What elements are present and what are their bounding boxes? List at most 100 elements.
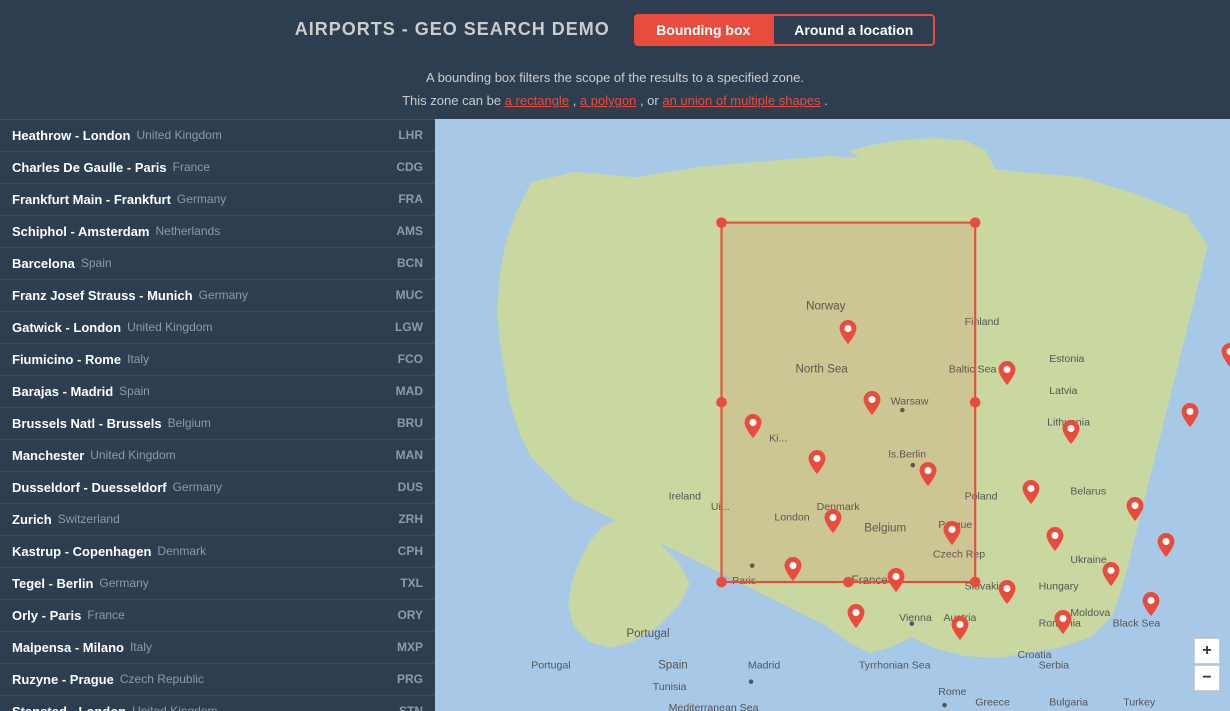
- airport-code: TXL: [383, 576, 423, 590]
- connector: , or: [640, 93, 659, 108]
- map-pin[interactable]: [998, 361, 1016, 385]
- airport-row[interactable]: Malpensa - Milano Italy MXP: [0, 632, 435, 664]
- map-pin[interactable]: [808, 450, 826, 474]
- link-rectangle[interactable]: a rectangle: [505, 93, 569, 108]
- airport-code: AMS: [383, 224, 423, 238]
- airport-name: Zurich: [12, 512, 52, 527]
- airport-row[interactable]: Dusseldorf - Duesseldorf Germany DUS: [0, 472, 435, 504]
- map-pin[interactable]: [839, 320, 857, 344]
- airport-row[interactable]: Heathrow - London United Kingdom LHR: [0, 120, 435, 152]
- airport-row[interactable]: Barajas - Madrid Spain MAD: [0, 376, 435, 408]
- airport-country: Spain: [119, 384, 383, 398]
- airport-country: United Kingdom: [127, 320, 383, 334]
- airport-country: United Kingdom: [132, 704, 383, 711]
- map-pin[interactable]: [1126, 497, 1144, 521]
- airport-code: BRU: [383, 416, 423, 430]
- svg-text:Tyrrhonian Sea: Tyrrhonian Sea: [859, 659, 931, 671]
- svg-text:Bulgaria: Bulgaria: [1049, 696, 1088, 708]
- airport-country: Italy: [127, 352, 383, 366]
- airport-country: United Kingdom: [90, 448, 383, 462]
- airport-row[interactable]: Frankfurt Main - Frankfurt Germany FRA: [0, 184, 435, 216]
- map-pin[interactable]: [847, 604, 865, 628]
- airport-row[interactable]: Zurich Switzerland ZRH: [0, 504, 435, 536]
- airport-row[interactable]: Stansted - London United Kingdom STN: [0, 696, 435, 711]
- link-union[interactable]: an union of multiple shapes: [662, 93, 820, 108]
- svg-text:Black Sea: Black Sea: [1113, 617, 1161, 629]
- map-pin[interactable]: [1062, 420, 1080, 444]
- svg-text:●: ●: [941, 699, 947, 711]
- map-pin[interactable]: [744, 414, 762, 438]
- tab-group: Bounding box Around a location: [634, 14, 935, 46]
- subtitle-line1: A bounding box filters the scope of the …: [0, 66, 1230, 89]
- airport-row[interactable]: Orly - Paris France ORY: [0, 600, 435, 632]
- tab-around-location[interactable]: Around a location: [772, 14, 935, 46]
- airport-row[interactable]: Brussels Natl - Brussels Belgium BRU: [0, 408, 435, 440]
- airport-code: MUC: [383, 288, 423, 302]
- airport-code: MAN: [383, 448, 423, 462]
- airport-list[interactable]: Heathrow - London United Kingdom LHR Cha…: [0, 119, 435, 711]
- airport-name: Fiumicino - Rome: [12, 352, 121, 367]
- airport-name: Stansted - London: [12, 704, 126, 711]
- airport-row[interactable]: Charles De Gaulle - Paris France CDG: [0, 152, 435, 184]
- airport-code: MXP: [383, 640, 423, 654]
- suffix: .: [824, 93, 828, 108]
- map-controls: + −: [1194, 638, 1220, 691]
- map-pin[interactable]: [1157, 533, 1175, 557]
- map-pin[interactable]: [1142, 592, 1160, 616]
- airport-row[interactable]: Manchester United Kingdom MAN: [0, 440, 435, 472]
- zoom-out-button[interactable]: −: [1194, 665, 1220, 691]
- airport-name: Franz Josef Strauss - Munich: [12, 288, 193, 303]
- airport-name: Barajas - Madrid: [12, 384, 113, 399]
- airport-row[interactable]: Fiumicino - Rome Italy FCO: [0, 344, 435, 376]
- airport-code: BCN: [383, 256, 423, 270]
- airport-name: Manchester: [12, 448, 84, 463]
- airport-country: Czech Republic: [120, 672, 383, 686]
- airport-code: ORY: [383, 608, 423, 622]
- map-pin[interactable]: [887, 568, 905, 592]
- subtitle-line2: This zone can be a rectangle , a polygon…: [0, 89, 1230, 112]
- map-pin[interactable]: [1221, 343, 1230, 367]
- airport-country: Netherlands: [155, 224, 383, 238]
- zoom-in-button[interactable]: +: [1194, 638, 1220, 664]
- map-pin[interactable]: [784, 557, 802, 581]
- airport-code: CDG: [383, 160, 423, 174]
- map-container[interactable]: Norway Finland Estonia Latvia Lithuania …: [435, 119, 1230, 711]
- airport-row[interactable]: Gatwick - London United Kingdom LGW: [0, 312, 435, 344]
- airport-code: MAD: [383, 384, 423, 398]
- airport-name: Orly - Paris: [12, 608, 81, 623]
- airport-row[interactable]: Franz Josef Strauss - Munich Germany MUC: [0, 280, 435, 312]
- airport-country: Germany: [177, 192, 383, 206]
- map-pin[interactable]: [998, 580, 1016, 604]
- airport-row[interactable]: Kastrup - Copenhagen Denmark CPH: [0, 536, 435, 568]
- svg-text:Vienna: Vienna: [899, 612, 932, 624]
- map-pin[interactable]: [919, 462, 937, 486]
- map-pin[interactable]: [824, 509, 842, 533]
- svg-text:Belarus: Belarus: [1070, 485, 1106, 497]
- airport-code: DUS: [383, 480, 423, 494]
- map-pin[interactable]: [1022, 480, 1040, 504]
- airport-row[interactable]: Tegel - Berlin Germany TXL: [0, 568, 435, 600]
- map-pin[interactable]: [951, 616, 969, 640]
- airport-name: Charles De Gaulle - Paris: [12, 160, 167, 175]
- link-polygon[interactable]: a polygon: [580, 93, 636, 108]
- map-pin[interactable]: [1102, 562, 1120, 586]
- map-pin[interactable]: [1046, 527, 1064, 551]
- airport-row[interactable]: Schiphol - Amsterdam Netherlands AMS: [0, 216, 435, 248]
- svg-text:Turkey: Turkey: [1123, 696, 1156, 708]
- airport-country: Germany: [173, 480, 383, 494]
- airport-country: United Kingdom: [136, 128, 383, 142]
- airport-row[interactable]: Barcelona Spain BCN: [0, 248, 435, 280]
- airport-country: Belgium: [168, 416, 383, 430]
- subtitle: A bounding box filters the scope of the …: [0, 56, 1230, 119]
- svg-text:Portugal: Portugal: [626, 627, 669, 640]
- map-pin[interactable]: [863, 391, 881, 415]
- airport-country: Switzerland: [58, 512, 383, 526]
- map-pin[interactable]: [1054, 610, 1072, 634]
- map-pin[interactable]: [1181, 403, 1199, 427]
- map-pin[interactable]: [943, 521, 961, 545]
- airport-code: LHR: [383, 128, 423, 142]
- tab-bounding-box[interactable]: Bounding box: [634, 14, 772, 46]
- svg-text:Serbia: Serbia: [1039, 659, 1070, 671]
- airport-row[interactable]: Ruzyne - Prague Czech Republic PRG: [0, 664, 435, 696]
- airport-country: Denmark: [157, 544, 383, 558]
